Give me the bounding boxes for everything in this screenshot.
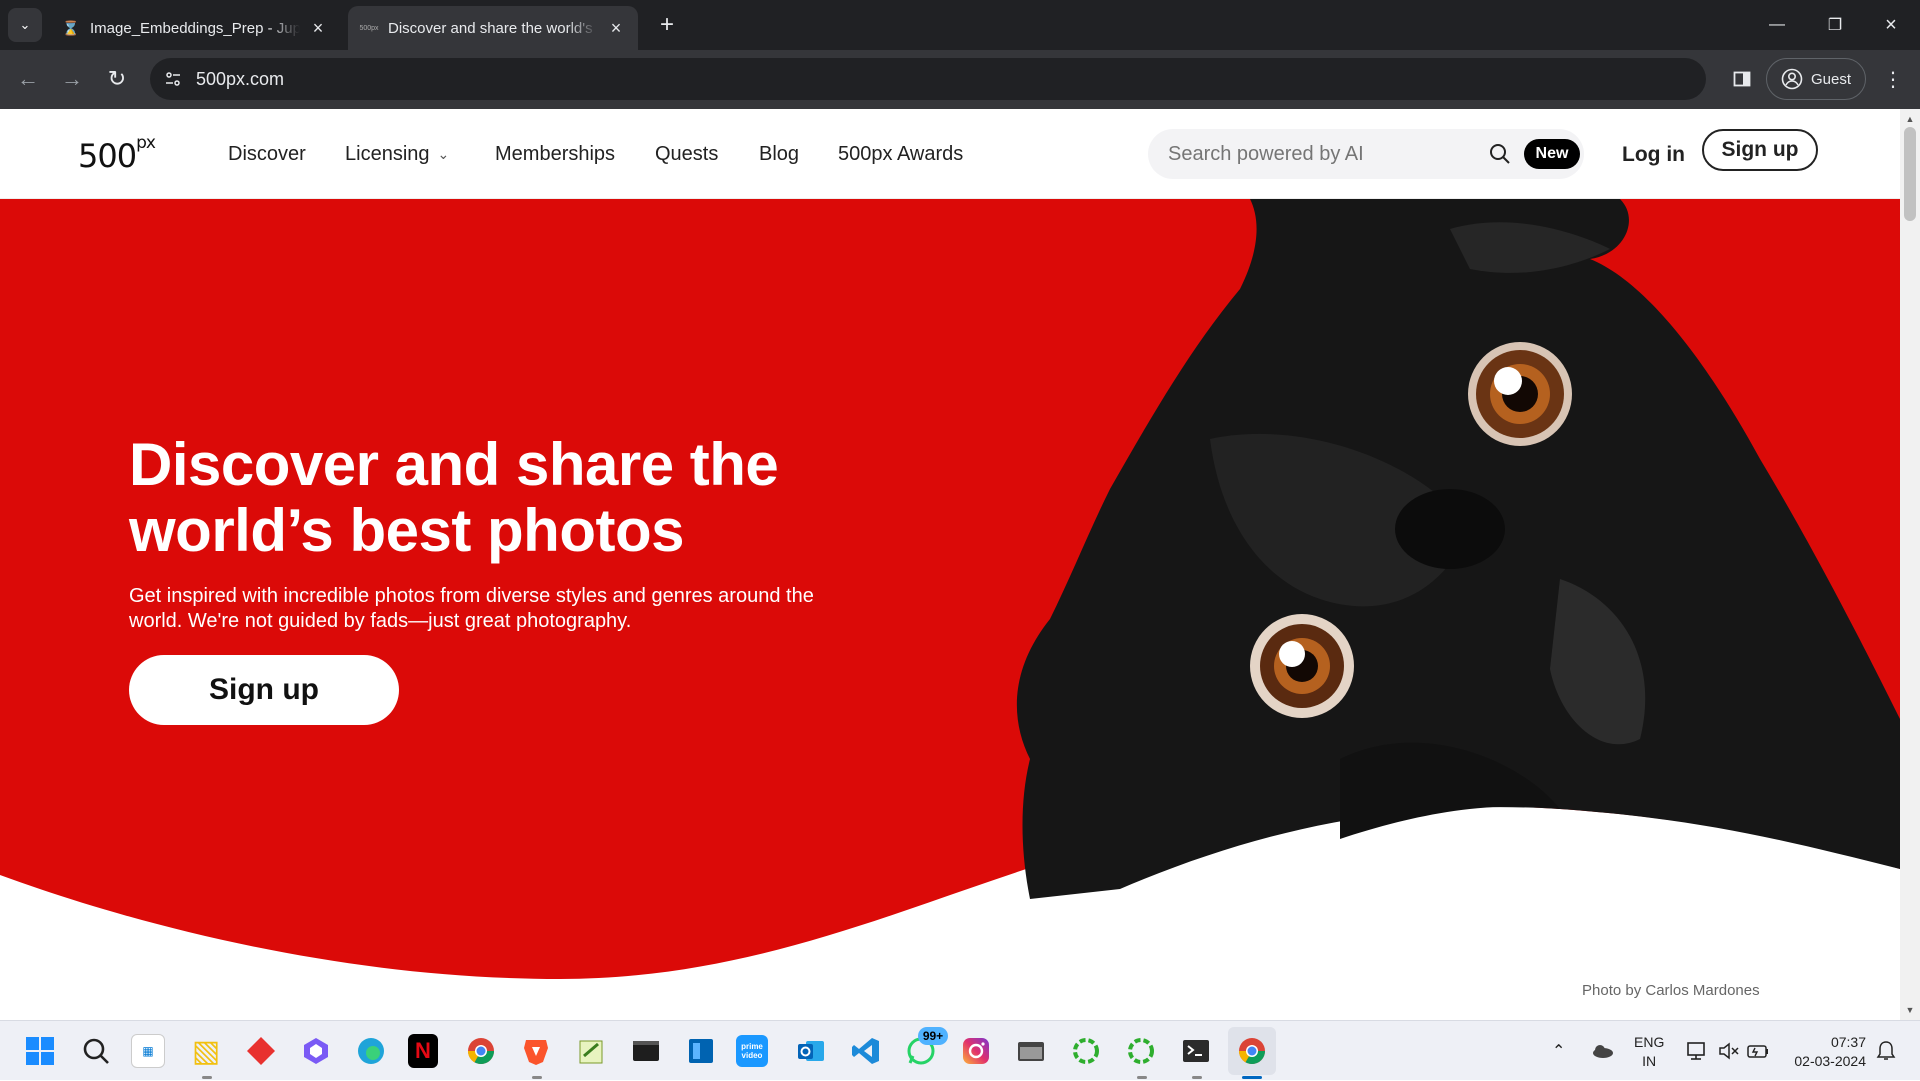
site-settings-icon[interactable] (156, 62, 190, 96)
logo-sup: px (136, 133, 156, 154)
nav-blog[interactable]: Blog (759, 143, 799, 166)
reload-button[interactable]: ↻ (100, 62, 134, 96)
notification-bell-icon[interactable] (1876, 1021, 1896, 1081)
scroll-down-icon[interactable]: ▼ (1900, 1002, 1920, 1018)
prime-video-icon[interactable]: prime video (736, 1035, 768, 1067)
search-input[interactable] (1168, 142, 1478, 166)
hero-section: Discover and share the world’s best phot… (0, 199, 1900, 1020)
whatsapp-badge: 99+ (918, 1027, 948, 1045)
windows-start-icon[interactable] (20, 1031, 60, 1071)
running-indicator (202, 1076, 212, 1079)
close-icon[interactable]: × (308, 18, 328, 39)
clock[interactable]: 07:37 02-03-2024 (1786, 1033, 1866, 1071)
search-icon[interactable] (76, 1031, 116, 1071)
photo-credit[interactable]: Photo by Carlos Mardones (1582, 982, 1760, 999)
close-window-button[interactable]: × (1862, 0, 1920, 50)
nav-licensing[interactable]: Licensing ⌄ (345, 143, 449, 166)
tab-jupyter[interactable]: ⌛ Image_Embeddings_Prep - Jupyter × (50, 6, 340, 50)
terminal-icon[interactable] (626, 1031, 666, 1071)
tab-title: Discover and share the world's best phot… (388, 19, 598, 37)
nav-quests[interactable]: Quests (655, 143, 718, 166)
onedrive-icon[interactable] (1590, 1021, 1614, 1081)
site-header: 500px Discover Licensing ⌄ Memberships Qu… (0, 109, 1900, 199)
app-red-icon[interactable] (241, 1031, 281, 1071)
scroll-up-icon[interactable]: ▲ (1900, 111, 1920, 127)
time: 07:37 (1830, 1034, 1866, 1050)
nav-500px-awards[interactable]: 500px Awards (838, 143, 963, 166)
vscode-icon[interactable] (846, 1031, 886, 1071)
nav-discover[interactable]: Discover (228, 143, 306, 166)
running-indicator (1137, 1076, 1147, 1079)
scroll-thumb[interactable] (1904, 127, 1916, 221)
search-icon[interactable] (1488, 142, 1512, 166)
kebab-menu-icon[interactable]: ⋮ (1878, 63, 1908, 95)
store-icon[interactable]: ▦ (131, 1034, 165, 1068)
side-panel-icon[interactable] (1726, 63, 1758, 95)
logo-text: 500 (78, 137, 137, 175)
vertical-scrollbar[interactable]: ▲ ▼ (1900, 109, 1920, 1020)
search-box: New (1148, 129, 1584, 179)
chevron-down-icon: ⌄ (437, 146, 450, 162)
tab-search-button[interactable]: ⌄ (8, 8, 42, 42)
copilot-icon[interactable] (296, 1031, 336, 1071)
browser-titlebar: ⌄ ⌛ Image_Embeddings_Prep - Jupyter × 50… (0, 0, 1920, 50)
language-line2: IN (1642, 1053, 1657, 1069)
brave-icon[interactable] (516, 1031, 556, 1071)
date: 02-03-2024 (1794, 1053, 1866, 1069)
minimize-button[interactable]: — (1748, 0, 1806, 50)
chrome-active-icon[interactable] (1228, 1027, 1276, 1075)
profile-icon (1781, 68, 1803, 90)
tab-500px[interactable]: 500px Discover and share the world's bes… (348, 6, 638, 50)
new-badge: New (1524, 139, 1580, 169)
netflix-icon[interactable]: N (408, 1034, 438, 1068)
show-hidden-icons-icon[interactable]: ⌃ (1552, 1021, 1565, 1081)
url-text[interactable]: 500px.com (196, 69, 284, 90)
hero-signup-button[interactable]: Sign up (129, 655, 399, 725)
address-bar[interactable]: 500px.com (150, 58, 1706, 100)
network-icon[interactable] (1686, 1021, 1708, 1081)
windows-taskbar: ▦ ▧ N prime video 99+ ⌃ ENG IN 07:37 02-03-… (0, 1020, 1920, 1080)
outlook-icon[interactable] (791, 1031, 831, 1071)
nav-memberships[interactable]: Memberships (495, 143, 615, 166)
nav-licensing-label: Licensing (345, 143, 430, 165)
hourglass-icon: ⌛ (62, 19, 80, 36)
forward-button[interactable]: → (55, 62, 89, 96)
notepad-plus-icon[interactable] (571, 1031, 611, 1071)
running-indicator (1192, 1076, 1202, 1079)
500px-logo[interactable]: 500px (78, 133, 156, 175)
restore-button[interactable]: ❐ (1806, 0, 1864, 50)
volume-muted-icon[interactable] (1718, 1021, 1740, 1081)
language-line1: ENG (1634, 1034, 1665, 1050)
active-indicator (1242, 1076, 1262, 1079)
hero-subtitle: Get inspired with incredible photos from… (129, 585, 814, 632)
login-link[interactable]: Log in (1622, 143, 1685, 167)
instagram-icon[interactable] (956, 1031, 996, 1071)
app-window-icon[interactable] (1011, 1031, 1051, 1071)
browser-toolbar: ← → ↻ 500px.com Guest ⋮ (0, 50, 1920, 109)
file-explorer-icon[interactable]: ▧ (186, 1031, 226, 1071)
web-page: 500px Discover Licensing ⌄ Memberships Qu… (0, 109, 1900, 1020)
back-button[interactable]: ← (11, 62, 45, 96)
tab-title: Image_Embeddings_Prep - Jupyter (90, 19, 300, 37)
chevron-down-icon: ⌄ (19, 17, 31, 32)
running-indicator (532, 1076, 542, 1079)
battery-icon[interactable] (1746, 1021, 1770, 1081)
hero-title: Discover and share the world’s best phot… (129, 431, 779, 564)
edge-icon[interactable] (351, 1031, 391, 1071)
profile-label: Guest (1810, 70, 1852, 88)
chrome-icon[interactable] (461, 1031, 501, 1071)
loading-green-icon[interactable] (1066, 1031, 1106, 1071)
powershell-icon[interactable] (1176, 1031, 1216, 1071)
loading-green-icon-2[interactable] (1121, 1031, 1161, 1071)
profile-button[interactable]: Guest (1766, 58, 1866, 100)
close-icon[interactable]: × (606, 18, 626, 39)
app-blue-icon[interactable] (681, 1031, 721, 1071)
header-signup-button[interactable]: Sign up (1702, 129, 1818, 171)
500px-favicon-icon: 500px (359, 24, 379, 32)
new-tab-button[interactable]: + (652, 10, 682, 40)
language-indicator[interactable]: ENG IN (1634, 1033, 1664, 1071)
